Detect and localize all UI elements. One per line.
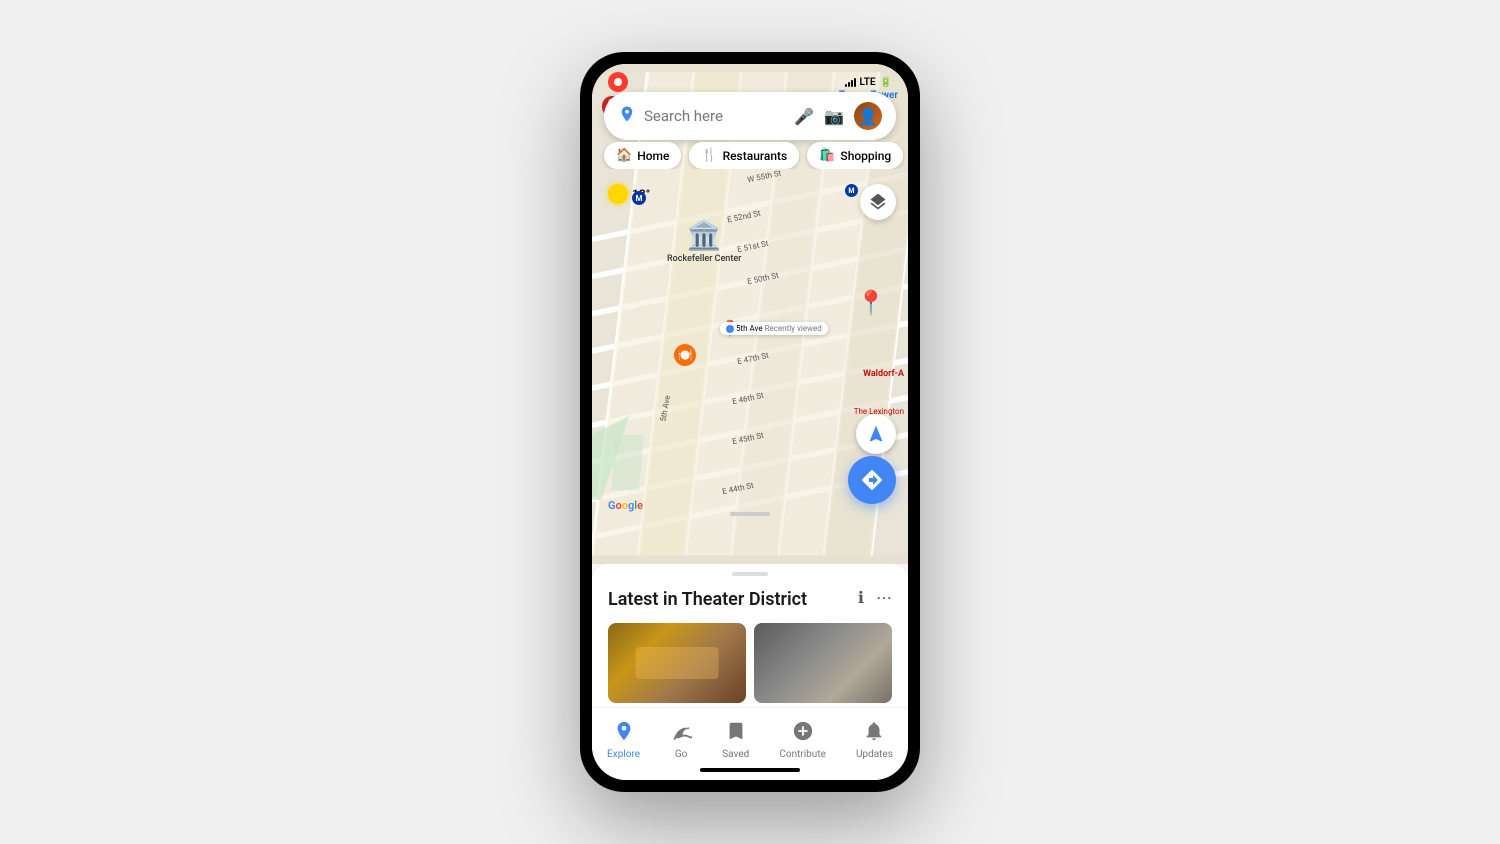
drag-handle	[730, 512, 770, 516]
photo-thumbnail-1[interactable]	[608, 623, 746, 703]
home-indicator	[700, 768, 800, 772]
status-left	[608, 72, 628, 92]
more-options-button[interactable]: ⋯	[876, 588, 892, 607]
photo-thumbnail-2[interactable]	[754, 623, 892, 703]
nav-go[interactable]: Go	[662, 716, 700, 764]
nav-contribute[interactable]: Contribute	[771, 716, 834, 764]
nav-saved[interactable]: Saved	[714, 716, 757, 764]
status-right: LTE 🔋	[845, 77, 892, 88]
rockefeller-label: Rockefeller Center	[667, 254, 741, 264]
pill-home-label: Home	[637, 149, 669, 163]
search-input[interactable]: Search here	[644, 107, 786, 125]
directions-button[interactable]	[848, 456, 896, 504]
signal-bar-4	[854, 78, 856, 87]
rockefeller-icon: 🏛️	[667, 219, 741, 252]
home-icon: 🏠	[616, 148, 632, 163]
map-area[interactable]: LTE 🔋 Trump Tower Ocean Prime ⭐ top rate…	[592, 64, 908, 564]
photos-row	[608, 623, 892, 703]
search-icons: 🎤 📷 👤	[794, 102, 882, 130]
nav-go-label: Go	[675, 749, 688, 760]
signal-bar-2	[848, 82, 850, 87]
waldorf-label: Waldorf-A	[863, 369, 904, 379]
sheet-handle	[732, 572, 768, 576]
updates-icon	[863, 720, 885, 747]
phone-screen: LTE 🔋 Trump Tower Ocean Prime ⭐ top rate…	[592, 64, 908, 780]
nav-saved-label: Saved	[722, 749, 749, 760]
bottom-sheet: Latest in Theater District ℹ ⋯	[592, 564, 908, 707]
recently-viewed-badge: 5th Ave Recently viewed	[720, 322, 828, 335]
info-button[interactable]: ℹ	[858, 588, 864, 607]
google-maps-logo	[618, 105, 636, 127]
rockefeller-landmark: 🏛️ Rockefeller Center	[667, 219, 741, 264]
network-type: LTE	[860, 77, 876, 88]
subway-badge-m2: M	[845, 184, 858, 197]
fifth-ave-pin: 📍 5th Ave Recently viewed	[720, 319, 740, 338]
shopping-icon: 🛍️	[819, 148, 835, 163]
phone-device: LTE 🔋 Trump Tower Ocean Prime ⭐ top rate…	[580, 52, 920, 792]
go-icon	[670, 720, 692, 747]
nav-updates[interactable]: Updates	[848, 716, 901, 764]
microphone-icon[interactable]: 🎤	[794, 107, 814, 126]
restaurant-pin: 🍽️	[674, 344, 696, 366]
explore-icon	[613, 720, 635, 747]
pill-restaurants[interactable]: 🍴 Restaurants	[689, 142, 799, 169]
avatar[interactable]: 👤	[854, 102, 882, 130]
contribute-icon	[792, 720, 814, 747]
sun-icon	[608, 184, 628, 204]
nav-explore[interactable]: Explore	[599, 716, 648, 764]
battery-icon: 🔋	[880, 77, 892, 88]
nav-updates-label: Updates	[856, 749, 893, 760]
signal-bar-3	[851, 80, 853, 87]
restaurant-icon: 🍴	[701, 148, 717, 163]
red-pin-icon: 📍	[856, 289, 886, 317]
category-pills: 🏠 Home 🍴 Restaurants 🛍️ Shopping ⬜	[592, 142, 908, 169]
nav-explore-label: Explore	[607, 749, 640, 760]
subway-badge-m: M	[632, 191, 646, 205]
google-logo: Google	[608, 499, 643, 512]
saved-icon	[725, 720, 747, 747]
pill-home[interactable]: 🏠 Home	[604, 142, 681, 169]
recently-badge-dot	[726, 325, 734, 333]
fifth-ave-label: 5th Ave	[736, 324, 763, 333]
status-bar: LTE 🔋	[592, 64, 908, 96]
pill-shopping[interactable]: 🛍️ Shopping	[807, 142, 903, 169]
search-bar-container: Search here 🎤 📷 👤	[604, 92, 896, 140]
sheet-header-icons: ℹ ⋯	[858, 588, 892, 607]
signal-bars	[845, 77, 856, 87]
sheet-title: Latest in Theater District	[608, 588, 807, 611]
sheet-header: Latest in Theater District ℹ ⋯	[608, 588, 892, 611]
location-button[interactable]	[856, 414, 896, 454]
layers-button[interactable]	[860, 184, 896, 220]
red-pin-1: 📍	[856, 289, 886, 317]
pill-restaurants-label: Restaurants	[723, 149, 788, 163]
recording-indicator	[608, 72, 628, 92]
search-bar[interactable]: Search here 🎤 📷 👤	[604, 92, 896, 140]
nav-contribute-label: Contribute	[779, 749, 826, 760]
signal-bar-1	[845, 84, 847, 87]
camera-icon[interactable]: 📷	[824, 107, 844, 126]
pill-shopping-label: Shopping	[840, 149, 891, 163]
recently-viewed-label: Recently viewed	[765, 324, 822, 333]
